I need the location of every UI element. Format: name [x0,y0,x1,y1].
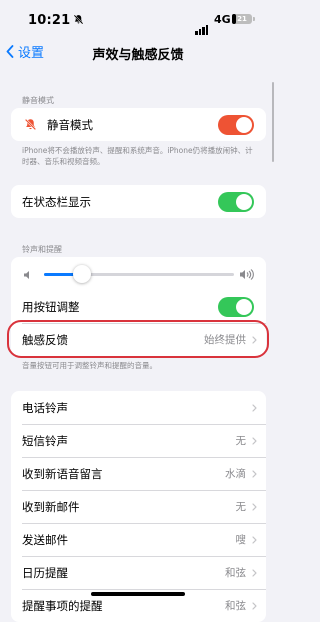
section-header-silent: 静音模式 [22,96,54,105]
home-indicator [91,592,185,596]
sound-row-value: 无 [235,501,247,513]
chevron-right-icon [252,502,257,511]
volume-row [11,257,266,290]
sound-row-label: 日历提醒 [22,565,68,580]
speaker-high-icon [240,269,254,280]
chevron-right-icon [252,535,257,544]
sound-row[interactable]: 日历提醒 和弦 [11,556,266,589]
chevron-right-icon [252,568,257,577]
red-highlight-annotation [7,320,269,358]
sound-row[interactable]: 收到新邮件 无 [11,490,266,523]
button-adjust-label: 用按钮调整 [22,299,80,314]
sound-row[interactable]: 短信铃声 无 [11,424,266,457]
sound-row-label: 发送邮件 [22,532,68,547]
cellular-signal-icon [195,16,209,35]
toggle-knob [236,193,252,210]
volume-slider[interactable] [44,265,234,283]
silent-mode-footer: iPhone将不会播放铃声、提醒和系统声音。iPhone仍将播放闹钟、计时器、音… [22,146,253,166]
status-bar-display-toggle[interactable] [218,191,254,212]
toggle-knob [236,116,252,133]
sound-row[interactable]: 电话铃声 [11,391,266,424]
chevron-right-icon [252,601,257,610]
chevron-right-icon [252,436,257,445]
speaker-low-icon [24,271,29,279]
button-adjust-toggle[interactable] [218,296,254,317]
sound-row[interactable]: 发送邮件 嗖 [11,523,266,556]
toggle-knob [236,298,252,315]
silent-mode-label: 静音模式 [47,117,93,132]
status-bar-display-label: 在状态栏显示 [22,194,91,209]
volume-slider-thumb[interactable] [73,265,91,283]
ringer-footer: 音量按钮可用于调整铃声和提醒的音量。 [22,361,157,370]
battery-percent: 21 [237,15,247,23]
silent-mode-card: 静音模式 [11,108,266,141]
navigation-bar: 设置 声效与触感反馈 [0,40,276,68]
sound-row-label: 收到新语音留言 [22,466,103,481]
sound-row-value: 和弦 [225,600,246,612]
chevron-right-icon [252,403,257,412]
status-bar: 10:21 4G 21 [0,0,276,40]
sound-row-label: 收到新邮件 [22,499,80,514]
battery-tip [253,17,255,21]
status-bar-display-row: 在状态栏显示 [11,185,266,218]
bell-slash-icon [73,14,84,25]
status-bar-display-card: 在状态栏显示 [11,185,266,218]
status-time: 10:21 [28,13,71,28]
sounds-card: 电话铃声 短信铃声无收到新语音留言 水滴 收到新邮件无发送邮件嗖日历提醒 和弦 提醒事项的… [11,391,266,622]
sound-row[interactable]: 收到新语音留言 水滴 [11,457,266,490]
sound-row-value: 嗖 [235,534,247,546]
silent-mode-toggle[interactable] [218,114,254,135]
sound-row-label: 短信铃声 [22,433,68,448]
silent-mode-row: 静音模式 [11,108,266,141]
button-adjust-row: 用按钮调整 [11,290,266,323]
bell-slash-icon [24,118,37,131]
chevron-right-icon [252,469,257,478]
section-header-ringer: 铃声和提醒 [22,245,62,254]
sound-row-value: 无 [235,435,247,447]
scrollbar[interactable] [272,82,274,162]
battery-icon: 21 [232,14,252,24]
page-title: 声效与触感反馈 [92,48,184,63]
sound-row-value: 水滴 [225,468,246,480]
sound-row-value: 和弦 [225,567,246,579]
network-type: 4G [214,13,231,26]
sound-row-label: 电话铃声 [22,400,68,415]
